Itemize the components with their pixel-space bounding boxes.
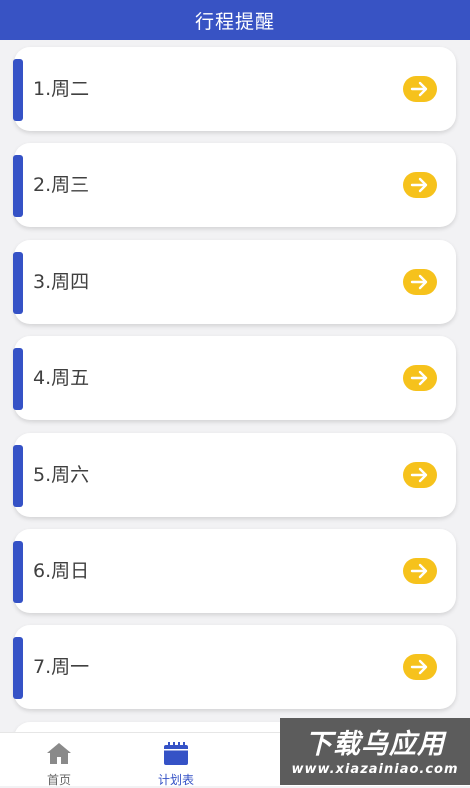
watermark-logo: 下载乌应用 www.xiazainiao.com xyxy=(280,718,470,785)
card-accent-bar xyxy=(13,541,23,603)
tab-label: 计划表 xyxy=(157,773,194,787)
list-item-label: 4.周五 xyxy=(33,367,90,389)
list-item[interactable]: 5.周六 xyxy=(13,433,456,517)
arrow-right-icon[interactable] xyxy=(403,462,437,488)
card-accent-bar xyxy=(13,637,23,699)
list-item[interactable]: 2.周三 xyxy=(13,143,456,227)
list-item[interactable]: 7.周一 xyxy=(13,625,456,709)
app-header: 行程提醒 xyxy=(0,0,470,40)
arrow-right-icon[interactable] xyxy=(403,172,437,198)
card-accent-bar xyxy=(13,59,23,121)
watermark-title: 下载乌应用 xyxy=(305,729,445,760)
tab-label: 首页 xyxy=(46,773,71,787)
list-item[interactable]: 3.周四 xyxy=(13,240,456,324)
list-item-label: 5.周六 xyxy=(33,464,90,486)
tab-schedule[interactable]: 计划表 xyxy=(117,733,235,787)
list-item-label: 3.周四 xyxy=(33,271,90,293)
arrow-right-icon[interactable] xyxy=(403,269,437,295)
list-item[interactable]: 1.周二 xyxy=(13,47,456,131)
home-icon xyxy=(45,741,73,767)
list-item-label: 1.周二 xyxy=(33,78,90,100)
card-accent-bar xyxy=(13,445,23,507)
arrow-right-icon[interactable] xyxy=(403,365,437,391)
calendar-icon xyxy=(162,741,190,767)
list-item[interactable]: 4.周五 xyxy=(13,336,456,420)
arrow-right-icon[interactable] xyxy=(403,76,437,102)
tab-home[interactable]: 首页 xyxy=(0,733,118,787)
watermark-url: www.xiazainiao.com xyxy=(291,762,459,777)
card-accent-bar xyxy=(13,348,23,410)
page-title: 行程提醒 xyxy=(194,10,275,33)
arrow-right-icon[interactable] xyxy=(403,654,437,680)
list-item[interactable]: 6.周日 xyxy=(13,529,456,613)
card-accent-bar xyxy=(13,252,23,314)
list-item-label: 7.周一 xyxy=(33,656,90,678)
list-item-label: 6.周日 xyxy=(33,560,90,582)
list-item-label: 2.周三 xyxy=(33,174,90,196)
arrow-right-icon[interactable] xyxy=(403,558,437,584)
card-accent-bar xyxy=(13,155,23,217)
schedule-list: 1.周二 2.周三 3.周四 4.周五 5.周六 6.周日 7.周一 xyxy=(0,40,470,732)
